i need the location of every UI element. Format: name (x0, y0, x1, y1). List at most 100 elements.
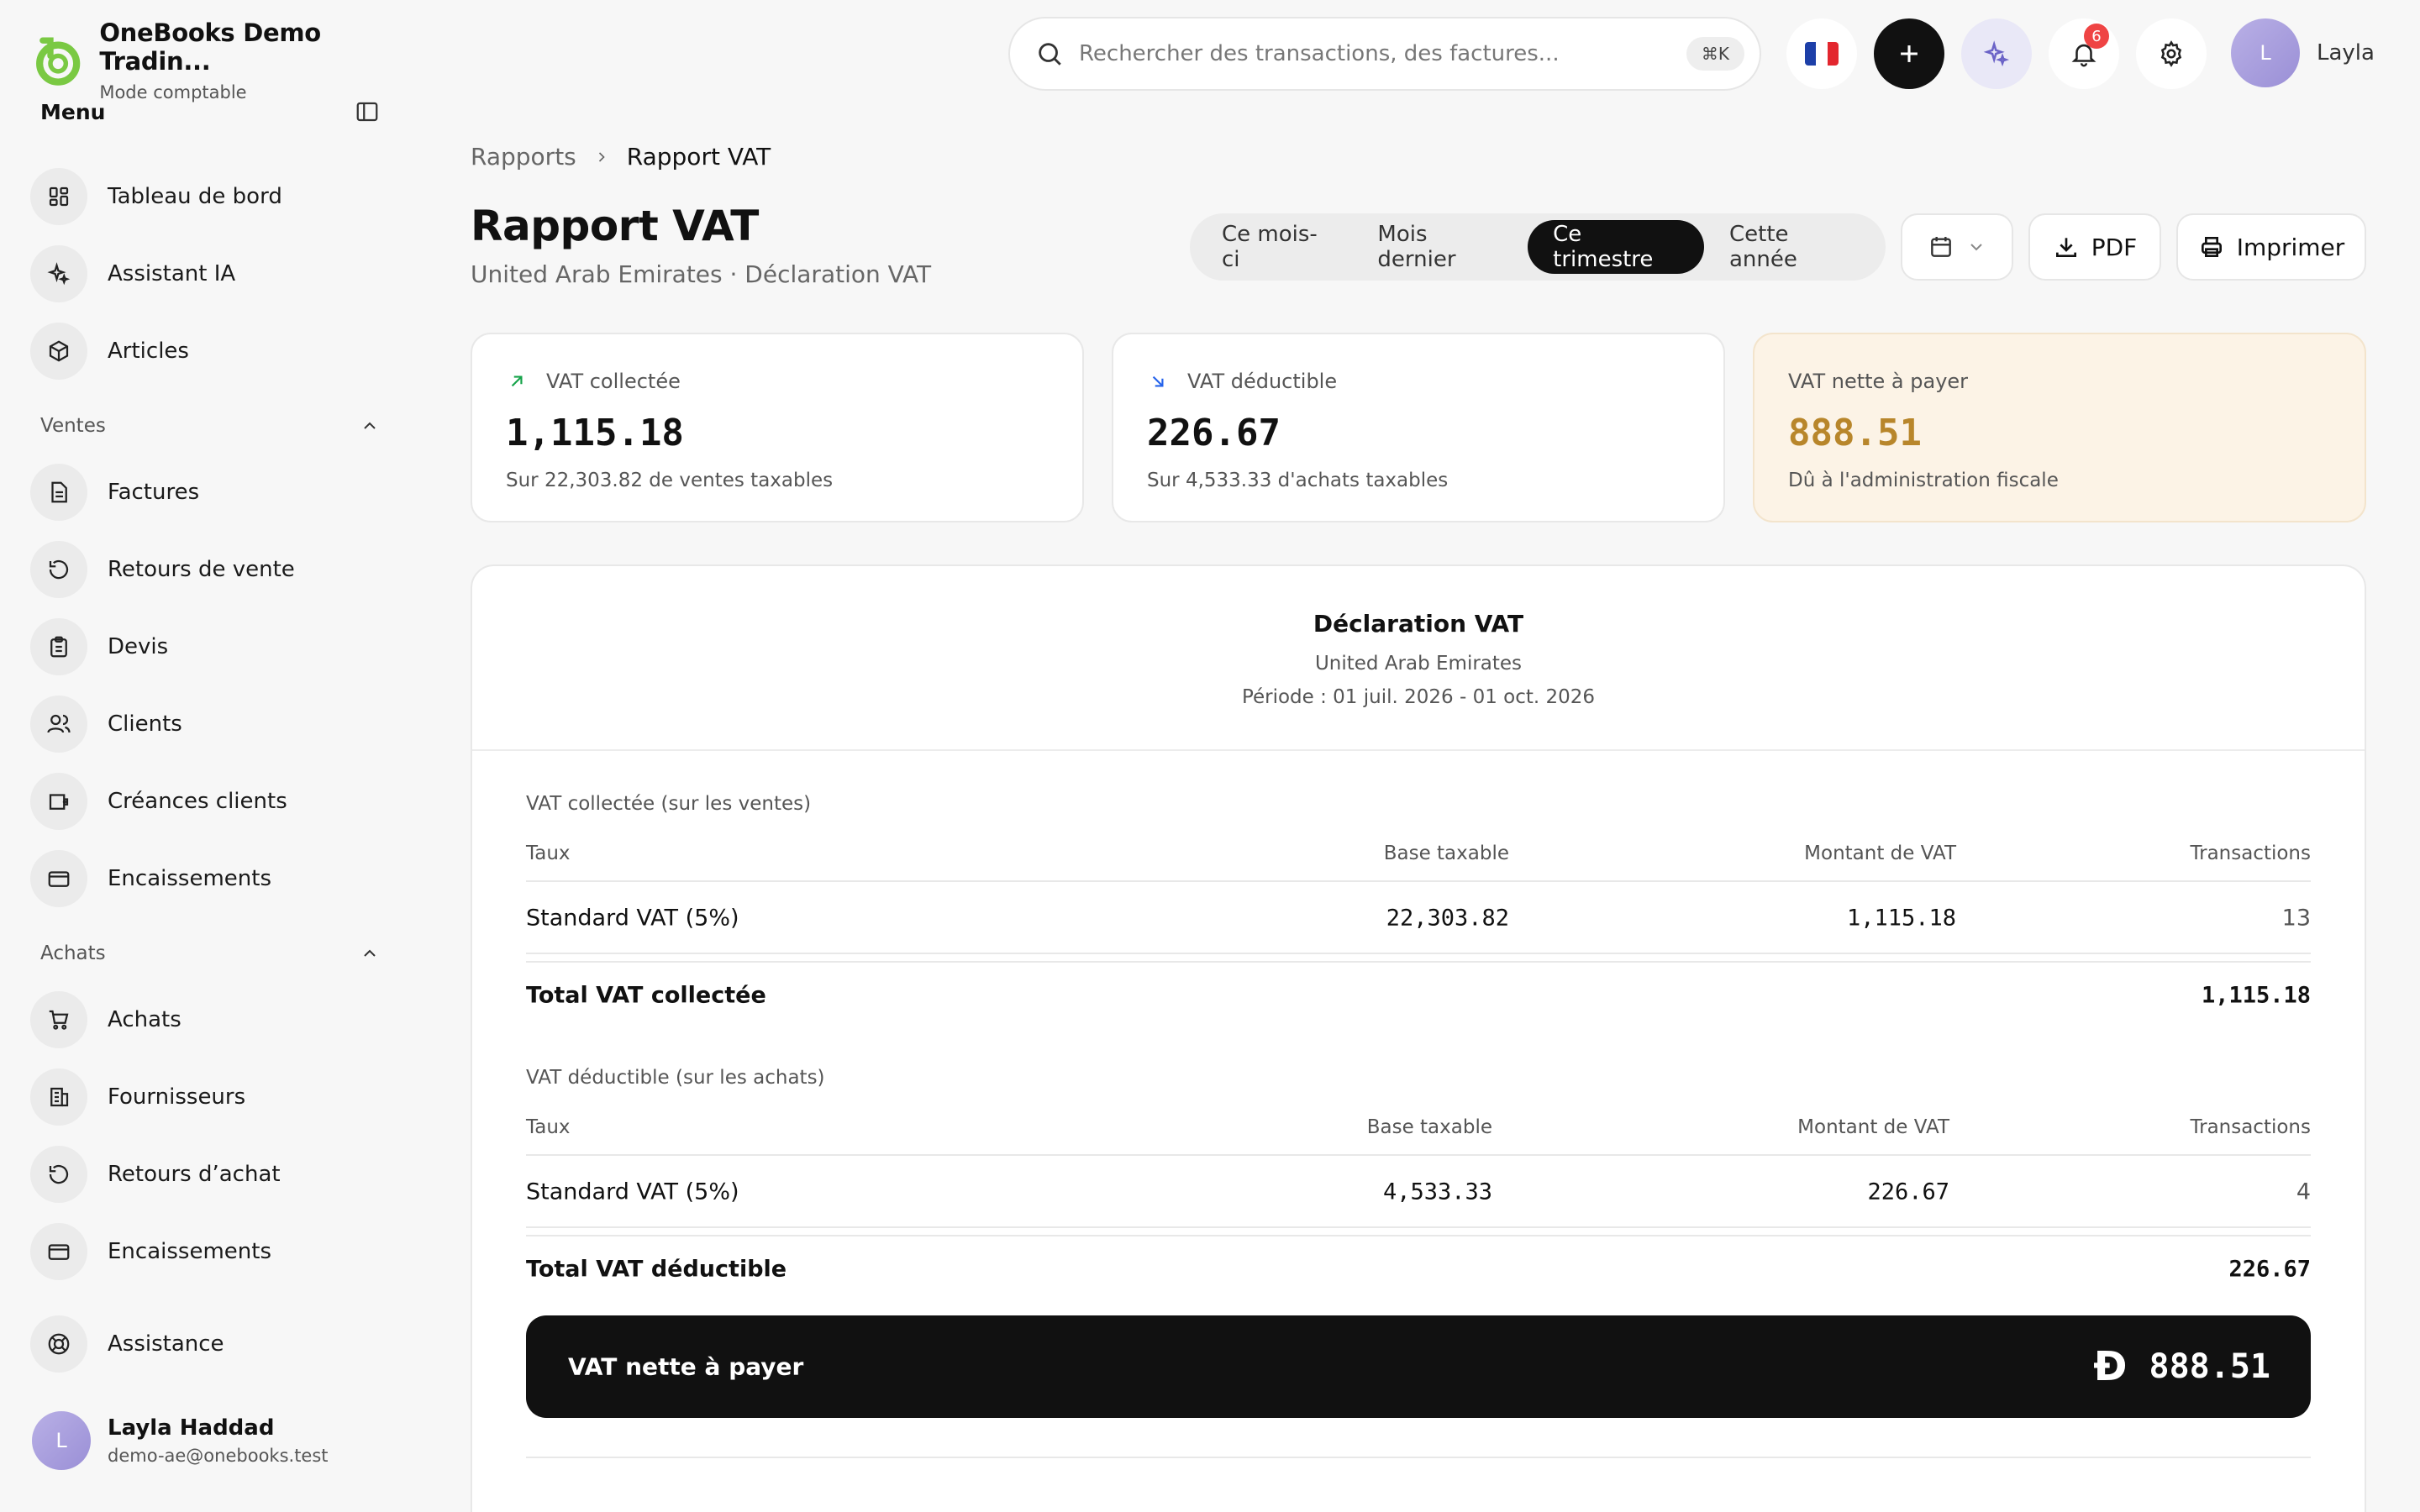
sidebar-item-ai-assistant[interactable]: Assistant IA (30, 245, 383, 302)
section-purchases-header[interactable]: Achats (40, 942, 380, 964)
sidebar-item-label: Retours de vente (108, 557, 295, 582)
breadcrumb-current: Rapport VAT (626, 143, 771, 171)
total-label: Total VAT déductible (526, 1256, 787, 1283)
header-base: Base taxable (1383, 842, 1509, 864)
sidebar-item-payments[interactable]: Encaissements (30, 1223, 383, 1280)
sidebar-item-purchase-returns[interactable]: Retours d’achat (30, 1146, 383, 1203)
sidebar-toggle-icon[interactable] (355, 99, 380, 124)
period-this-year[interactable]: Cette année (1704, 220, 1879, 274)
undo-icon (49, 559, 69, 580)
avatar: L (2231, 18, 2300, 87)
cart-icon (49, 1010, 69, 1030)
chevron-up-icon (364, 422, 376, 429)
plus-icon (1901, 45, 1918, 62)
ai-assistant-button[interactable] (1961, 18, 2032, 89)
card-vat-collected: VAT collectée 1,115.18 Sur 22,303.82 de … (471, 333, 1084, 522)
search-shortcut: ⌘K (1686, 37, 1744, 71)
net-vat-amount: Đ 888.51 (2093, 1343, 2270, 1390)
report-header: Déclaration VAT United Arab Emirates Pér… (472, 566, 2365, 751)
notification-badge: 6 (2084, 24, 2109, 49)
sidebar-item-label: Encaissements (108, 1239, 271, 1264)
sparkle-icon (1983, 40, 2010, 67)
row-base: 4,533.33 (1382, 1179, 1492, 1205)
table-row: Standard VAT (5%) 22,303.82 1,115.18 13 (526, 884, 2311, 954)
sidebar-item-label: Tableau de bord (108, 184, 282, 209)
header-user-menu[interactable]: L Layla (2231, 18, 2375, 87)
sidebar-item-label: Achats (108, 1007, 182, 1032)
sidebar-item-invoices[interactable]: Factures (30, 464, 383, 521)
header-base: Base taxable (1366, 1116, 1492, 1138)
company-name: OneBooks Demo Tradin... (99, 18, 321, 76)
sidebar-item-receivables[interactable]: Créances clients (30, 773, 383, 830)
search-icon (1039, 43, 1061, 66)
period-this-month[interactable]: Ce mois-ci (1197, 220, 1352, 274)
card-label: VAT déductible (1187, 370, 1338, 393)
card-vat-net: VAT nette à payer 888.51 Dû à l'administ… (1753, 333, 2366, 522)
gear-icon (2160, 40, 2182, 67)
period-last-month[interactable]: Mois dernier (1352, 220, 1528, 274)
card-vat-deductible: VAT déductible 226.67 Sur 4,533.33 d'ach… (1112, 333, 1725, 522)
card-label: VAT nette à payer (1788, 370, 1969, 393)
language-button[interactable] (1786, 18, 1857, 89)
row-transactions: 13 (2281, 905, 2311, 932)
card-value: 888.51 (1788, 412, 1922, 454)
sidebar-item-quotes[interactable]: Devis (30, 618, 383, 675)
sidebar-item-articles[interactable]: Articles (30, 323, 383, 380)
header-vat: Montant de VAT (1804, 842, 1956, 864)
brand[interactable]: OneBooks Demo Tradin... Mode comptable (32, 18, 412, 102)
search-bar[interactable]: Rechercher des transactions, des facture… (1008, 17, 1761, 91)
header-rate: Taux (526, 842, 571, 864)
calendar-icon (1931, 237, 1951, 257)
net-vat-value: 888.51 (2149, 1347, 2271, 1386)
settings-button[interactable] (2136, 18, 2207, 89)
card-note: Sur 4,533.33 d'achats taxables (1147, 470, 1449, 491)
sidebar-item-collections[interactable]: Encaissements (30, 850, 383, 907)
header-user-name: Layla (2317, 40, 2375, 66)
print-button[interactable]: Imprimer (2176, 213, 2366, 281)
pdf-button-label: PDF (2091, 233, 2138, 261)
card-icon (48, 1244, 70, 1260)
sidebar-item-label: Encaissements (108, 866, 271, 891)
section-label: Ventes (40, 415, 106, 437)
printer-icon (2201, 237, 2222, 257)
header-rate: Taux (526, 1116, 571, 1138)
create-button[interactable] (1874, 18, 1944, 89)
onebooks-logo-icon (36, 37, 81, 86)
sidebar-item-clients[interactable]: Clients (30, 696, 383, 753)
section-sales-header[interactable]: Ventes (40, 415, 380, 437)
notifications-button[interactable]: 6 (2049, 18, 2119, 89)
report-period: Période : 01 juil. 2026 - 01 oct. 2026 (1241, 686, 1596, 708)
header-transactions: Transactions (2190, 842, 2311, 864)
pdf-button[interactable]: PDF (2028, 213, 2161, 281)
sidebar-item-label: Devis (108, 634, 169, 659)
row-rate: Standard VAT (5%) (526, 1179, 739, 1205)
search-input[interactable]: Rechercher des transactions, des facture… (1079, 41, 1686, 66)
chevron-down-icon (1970, 244, 1982, 251)
sidebar-item-sales-returns[interactable]: Retours de vente (30, 541, 383, 598)
date-range-picker[interactable] (1901, 213, 2013, 281)
card-label: VAT collectée (546, 370, 681, 393)
sidebar-item-label: Assistant IA (108, 261, 236, 286)
divider (526, 1457, 2311, 1458)
sidebar-item-label: Articles (108, 339, 189, 364)
sidebar-item-support[interactable]: Assistance (30, 1315, 383, 1373)
deductible-table-header: Taux Base taxable Montant de VAT Transac… (526, 1105, 2311, 1156)
breadcrumb-reports-link[interactable]: Rapports (471, 143, 576, 171)
dirham-currency-icon: Đ (2093, 1343, 2128, 1390)
page-title: Rapport VAT (471, 202, 759, 250)
period-selector: Ce mois-ci Mois dernier Ce trimestre Cet… (1190, 213, 1886, 281)
lifebuoy-icon (48, 1333, 70, 1355)
user-name: Layla Haddad (108, 1415, 275, 1441)
wallet-icon (49, 794, 69, 810)
sidebar-item-purchases[interactable]: Achats (30, 991, 383, 1048)
arrow-up-right-icon (511, 375, 523, 387)
sidebar-item-dashboard[interactable]: Tableau de bord (30, 168, 383, 225)
header-vat: Montant de VAT (1797, 1116, 1949, 1138)
sidebar-user[interactable]: L Layla Haddad demo-ae@onebooks.test (32, 1411, 329, 1470)
building-icon (50, 1087, 69, 1107)
period-this-quarter[interactable]: Ce trimestre (1528, 220, 1704, 274)
total-label: Total VAT collectée (526, 982, 766, 1009)
collected-total-row: Total VAT collectée 1,115.18 (526, 961, 2311, 1028)
sidebar-item-suppliers[interactable]: Fournisseurs (30, 1068, 383, 1126)
row-rate: Standard VAT (5%) (526, 905, 739, 932)
